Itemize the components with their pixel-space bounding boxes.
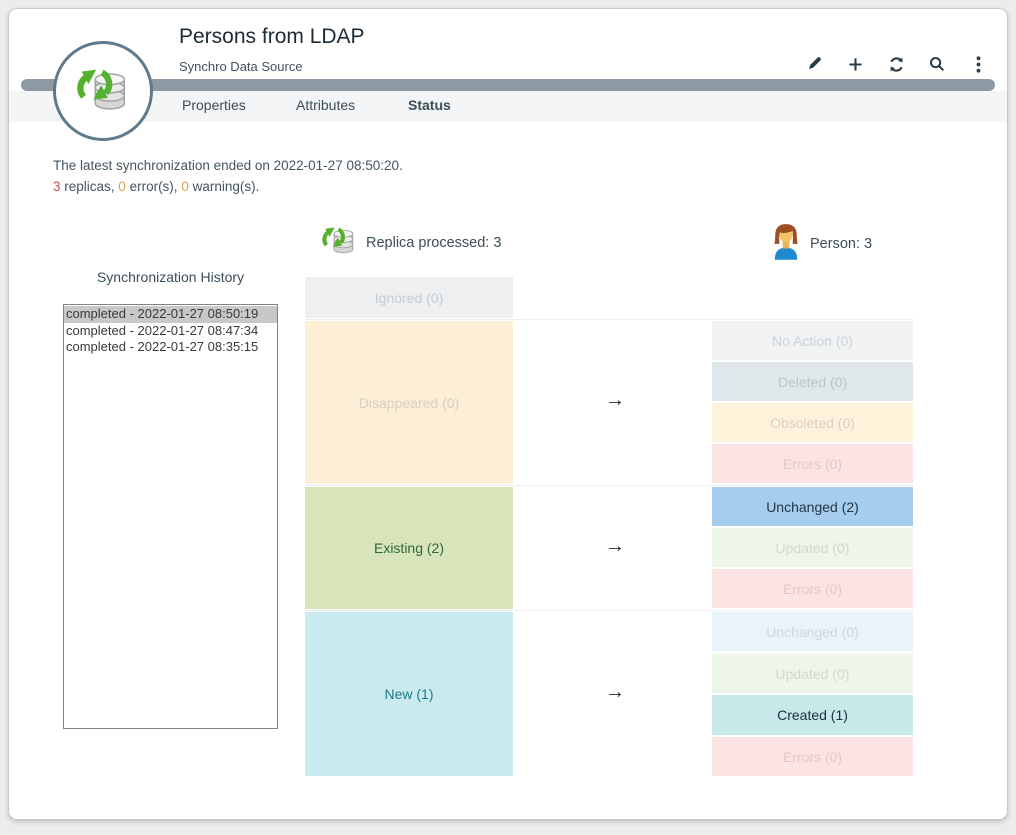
updated-box[interactable]: Updated (0) bbox=[712, 654, 913, 693]
deleted-box[interactable]: Deleted (0) bbox=[712, 362, 913, 401]
header-divider-bar bbox=[21, 79, 995, 91]
refresh-icon[interactable] bbox=[887, 55, 905, 73]
unchanged-box[interactable]: Unchanged (0) bbox=[712, 612, 913, 651]
warnings-label: warning(s). bbox=[189, 179, 260, 194]
arrow-right-icon: → bbox=[587, 389, 643, 412]
toolbar bbox=[805, 55, 987, 73]
history-item[interactable]: completed - 2022-01-27 08:47:34 bbox=[64, 323, 277, 340]
tab-properties[interactable]: Properties bbox=[182, 97, 246, 113]
replicas-count: 3 bbox=[53, 179, 61, 194]
disappeared-box[interactable]: Disappeared (0) bbox=[305, 321, 513, 484]
group-separator bbox=[305, 610, 913, 611]
no-action-box[interactable]: No Action (0) bbox=[712, 321, 913, 360]
history-item[interactable]: completed - 2022-01-27 08:35:15 bbox=[64, 339, 277, 356]
warnings-count: 0 bbox=[181, 179, 189, 194]
existing-box[interactable]: Existing (2) bbox=[305, 487, 513, 609]
tab-status[interactable]: Status bbox=[408, 97, 451, 113]
kebab-menu-icon[interactable] bbox=[969, 55, 987, 73]
sync-history-title: Synchronization History bbox=[63, 269, 278, 285]
updated-box[interactable]: Updated (0) bbox=[712, 528, 913, 567]
tab-band bbox=[9, 91, 1007, 122]
replica-summary: Replica processed: 3 bbox=[319, 220, 501, 265]
errors-box[interactable]: Errors (0) bbox=[712, 737, 913, 776]
sync-database-icon bbox=[319, 220, 359, 265]
group-separator bbox=[305, 319, 913, 320]
datasource-avatar bbox=[53, 41, 153, 141]
obsoleted-box[interactable]: Obsoleted (0) bbox=[712, 403, 913, 442]
search-icon[interactable] bbox=[928, 55, 946, 73]
person-icon bbox=[771, 222, 801, 265]
pencil-icon[interactable] bbox=[805, 55, 823, 73]
page-subtitle: Synchro Data Source bbox=[179, 59, 303, 74]
ignored-box[interactable]: Ignored (0) bbox=[305, 277, 513, 318]
errors-label: error(s), bbox=[126, 179, 182, 194]
plus-icon[interactable] bbox=[846, 55, 864, 73]
synchro-data-source-card: Persons from LDAP Synchro Data Source bbox=[8, 8, 1008, 820]
sync-database-icon bbox=[72, 58, 134, 125]
sync-history-listbox[interactable]: completed - 2022-01-27 08:50:19 complete… bbox=[63, 304, 278, 729]
replica-processed-label: Replica processed: 3 bbox=[366, 235, 501, 251]
created-box[interactable]: Created (1) bbox=[712, 695, 913, 735]
replicas-label: replicas, bbox=[61, 179, 119, 194]
tab-attributes[interactable]: Attributes bbox=[296, 97, 355, 113]
group-separator bbox=[305, 485, 913, 486]
new-box[interactable]: New (1) bbox=[305, 612, 513, 776]
unchanged-box[interactable]: Unchanged (2) bbox=[712, 487, 913, 526]
person-count-label: Person: 3 bbox=[810, 236, 872, 252]
sync-counts-text: 3 replicas, 0 error(s), 0 warning(s). bbox=[53, 179, 259, 194]
person-summary: Person: 3 bbox=[771, 222, 872, 265]
history-item[interactable]: completed - 2022-01-27 08:50:19 bbox=[64, 306, 277, 323]
arrow-right-icon: → bbox=[587, 535, 643, 558]
errors-count: 0 bbox=[118, 179, 126, 194]
errors-box[interactable]: Errors (0) bbox=[712, 569, 913, 608]
errors-box[interactable]: Errors (0) bbox=[712, 444, 913, 483]
page-title: Persons from LDAP bbox=[179, 25, 365, 49]
last-sync-status-text: The latest synchronization ended on 2022… bbox=[53, 158, 403, 173]
arrow-right-icon: → bbox=[587, 681, 643, 704]
